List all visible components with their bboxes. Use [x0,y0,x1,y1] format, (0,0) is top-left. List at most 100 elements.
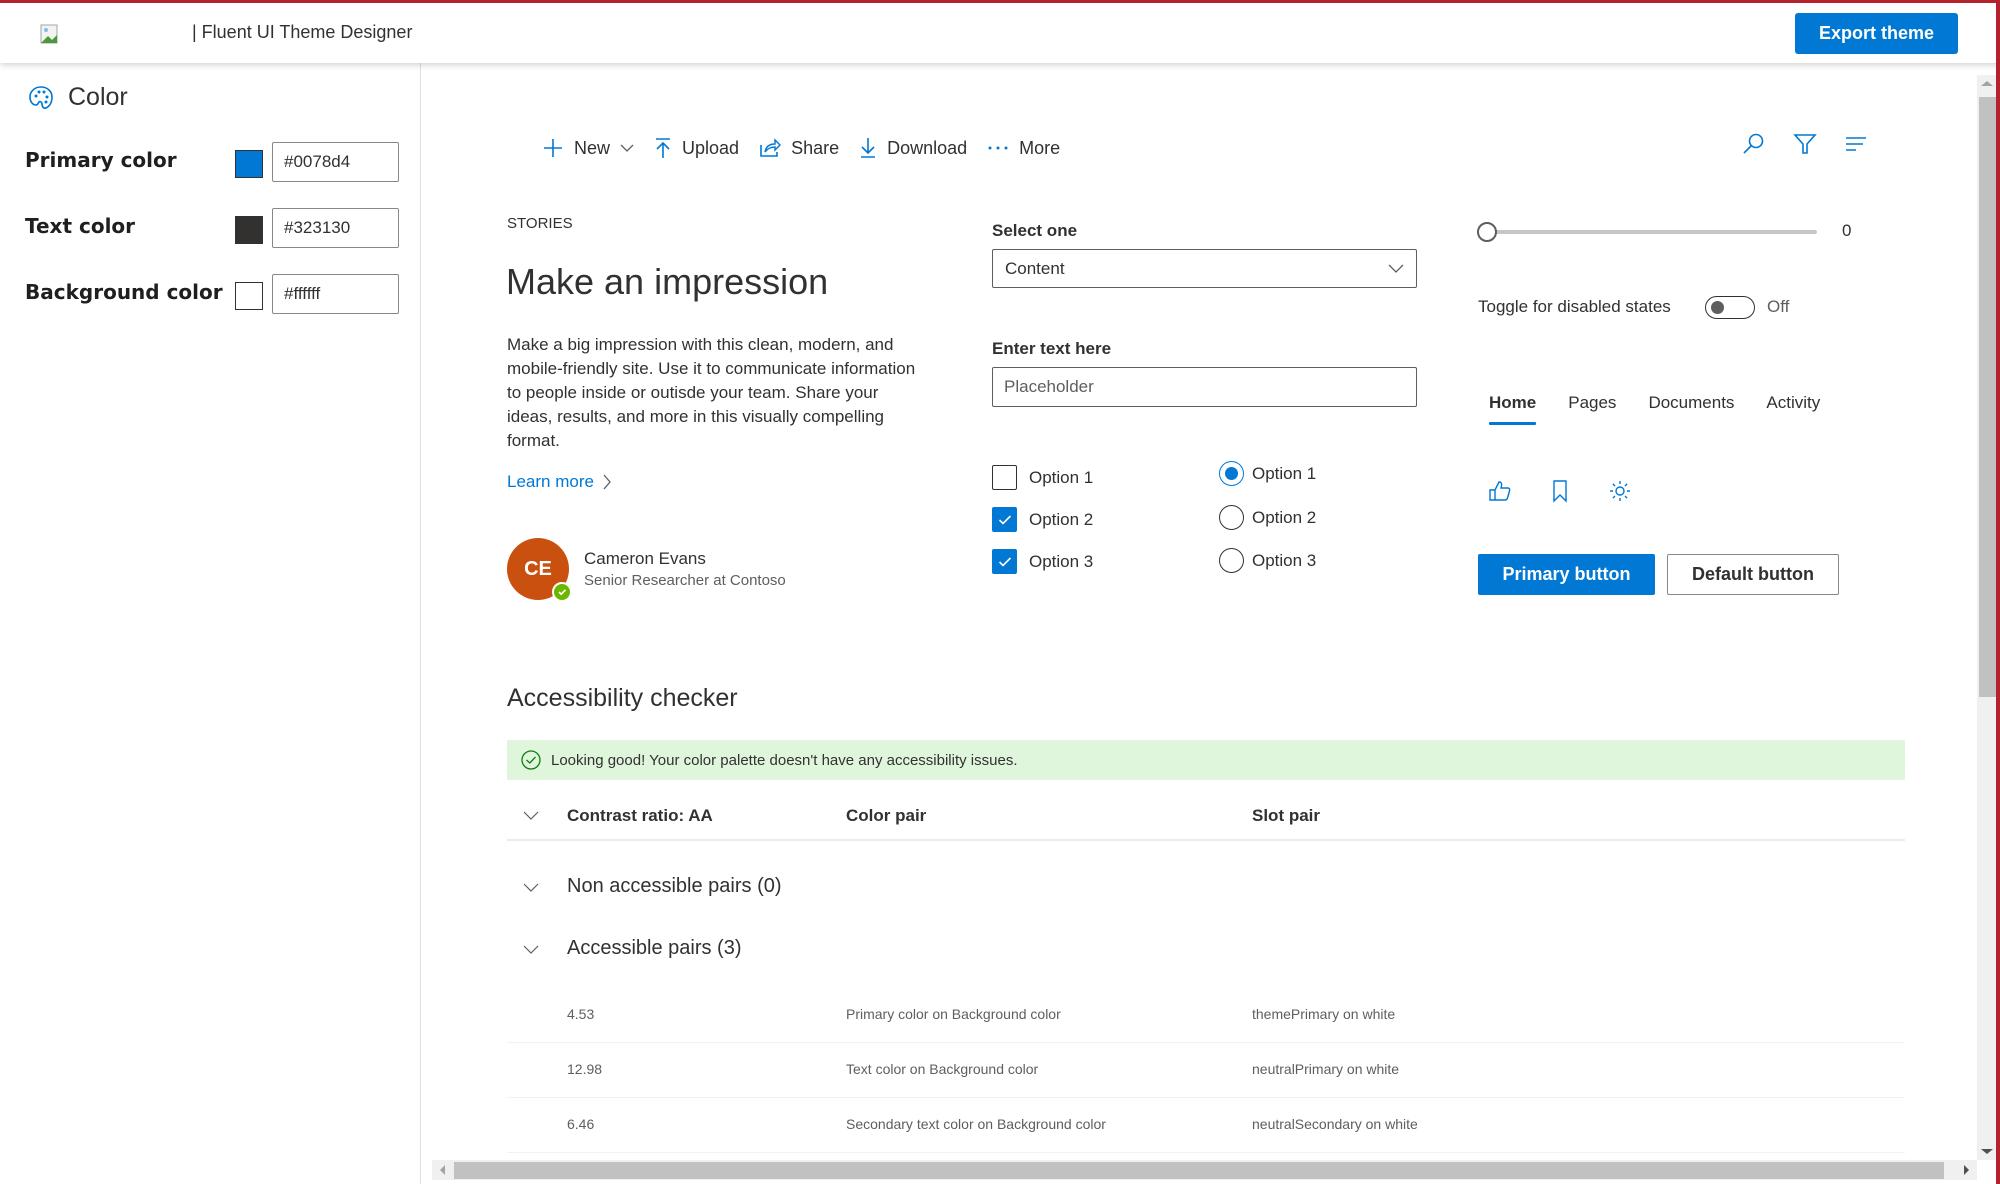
vertical-scrollbar[interactable] [1977,75,1997,1160]
table-row[interactable]: 4.53 Primary color on Background color t… [507,988,1905,1043]
radio-option-1[interactable]: Option 1 [1219,461,1316,486]
background-color-label: Background color [25,280,223,304]
share-label: Share [791,137,840,158]
search-icon[interactable] [1742,132,1766,156]
sidebar-title: Color [28,83,128,112]
tab-home[interactable]: Home [1489,393,1537,425]
column-header-contrast[interactable]: Contrast ratio: AA [567,806,713,826]
chevron-right-icon [603,474,611,490]
new-label: New [574,137,611,158]
upload-button[interactable]: Upload [654,137,739,159]
plus-icon [544,139,562,157]
sidebar-title-text: Color [68,83,128,111]
checkmark-icon [998,556,1011,567]
checkbox-option-1[interactable]: Option 1 [992,465,1093,490]
horizontal-scrollbar[interactable] [432,1160,1977,1180]
share-button[interactable]: Share [759,137,839,159]
filter-icon[interactable] [1793,132,1817,156]
download-label: Download [887,137,968,158]
primary-color-swatch[interactable] [235,150,263,178]
theme-preview: New Upload Share Download More STORIES M… [432,75,1977,1160]
primary-color-input[interactable] [272,142,399,182]
checkmark-icon [998,514,1011,525]
background-color-swatch[interactable] [235,282,263,310]
color-pair: Text color on Background color [846,1061,1039,1077]
contrast-ratio: 12.98 [567,1061,603,1077]
slider-track[interactable] [1485,230,1817,234]
background-color-input[interactable] [272,274,399,314]
scroll-left-arrow-icon[interactable] [440,1165,445,1175]
new-button[interactable]: New [542,137,634,159]
chevron-down-icon[interactable] [523,883,539,893]
select-value: Content [1005,258,1065,278]
more-icon [988,146,1008,150]
chevron-down-icon[interactable] [523,945,539,955]
column-header-color-pair[interactable]: Color pair [846,806,926,826]
radio-option-3[interactable]: Option 3 [1219,548,1316,573]
table-row[interactable]: 12.98 Text color on Background color neu… [507,1043,1905,1098]
select-label: Select one [992,221,1078,240]
select-dropdown[interactable]: Content [992,249,1417,288]
download-button[interactable]: Download [859,137,967,159]
contrast-ratio: 6.46 [567,1116,595,1132]
tab-documents[interactable]: Documents [1648,393,1734,425]
persona-role: Senior Researcher at Contoso [584,572,786,589]
bookmark-icon[interactable] [1548,479,1572,503]
background-color-row: Background color [25,274,405,314]
export-theme-button[interactable]: Export theme [1795,13,1958,54]
checkbox-checked[interactable] [992,507,1017,532]
checkbox-unchecked[interactable] [992,465,1017,490]
radio-label: Option 3 [1252,550,1317,570]
share-icon [760,138,782,157]
tab-pages[interactable]: Pages [1568,393,1616,425]
contrast-ratio: 4.53 [567,1006,595,1022]
persona: CE Cameron Evans Senior Researcher at Co… [507,538,786,602]
check-circle-icon [521,750,541,770]
radio-option-2[interactable]: Option 2 [1219,505,1316,530]
chevron-down-icon [620,144,634,152]
chevron-down-icon [1388,264,1404,273]
learn-more-link[interactable]: Learn more [507,472,612,492]
chevron-down-icon[interactable] [523,811,539,821]
primary-color-row: Primary color [25,142,405,182]
avatar: CE [507,538,572,602]
slot-pair: neutralSecondary on white [1252,1116,1418,1132]
more-button[interactable]: More [987,138,1060,159]
slider-thumb[interactable] [1477,222,1497,242]
group-accessible[interactable]: Accessible pairs (3) [507,929,1905,969]
table-row[interactable]: 6.46 Secondary text color on Background … [507,1098,1905,1153]
checkbox-label: Option 3 [1029,551,1094,571]
app-header: | Fluent UI Theme Designer Export theme [0,0,2000,63]
success-message-text: Looking good! Your color palette doesn't… [551,751,1018,769]
column-header-slot-pair[interactable]: Slot pair [1252,806,1320,826]
checkbox-checked[interactable] [992,549,1017,574]
radio-unselected[interactable] [1219,505,1244,530]
text-color-swatch[interactable] [235,216,263,244]
vertical-scroll-thumb[interactable] [1979,97,1996,697]
persona-name: Cameron Evans [584,549,706,568]
primary-button[interactable]: Primary button [1478,554,1655,595]
scroll-down-arrow-icon[interactable] [1981,1149,1993,1154]
toggle-state: Off [1767,297,1790,316]
sort-icon[interactable] [1844,132,1868,156]
scroll-right-arrow-icon[interactable] [1964,1165,1969,1175]
radio-selected[interactable] [1219,461,1244,486]
download-icon [861,138,876,158]
command-bar-far-items [1742,132,1868,156]
tab-activity[interactable]: Activity [1766,393,1820,425]
text-color-row: Text color [25,208,405,248]
text-field[interactable] [992,367,1417,407]
scroll-up-arrow-icon[interactable] [1981,81,1993,86]
default-button[interactable]: Default button [1667,554,1839,595]
text-color-input[interactable] [272,208,399,248]
slider[interactable] [1477,222,1817,242]
checkbox-option-3[interactable]: Option 3 [992,549,1093,574]
horizontal-scroll-thumb[interactable] [454,1162,1944,1179]
radio-unselected[interactable] [1219,548,1244,573]
like-icon[interactable] [1488,479,1512,503]
disabled-states-toggle[interactable] [1705,296,1755,319]
group-non-accessible[interactable]: Non accessible pairs (0) [507,867,1905,907]
slot-pair: neutralPrimary on white [1252,1061,1400,1077]
sun-icon[interactable] [1608,479,1632,503]
checkbox-option-2[interactable]: Option 2 [992,507,1093,532]
